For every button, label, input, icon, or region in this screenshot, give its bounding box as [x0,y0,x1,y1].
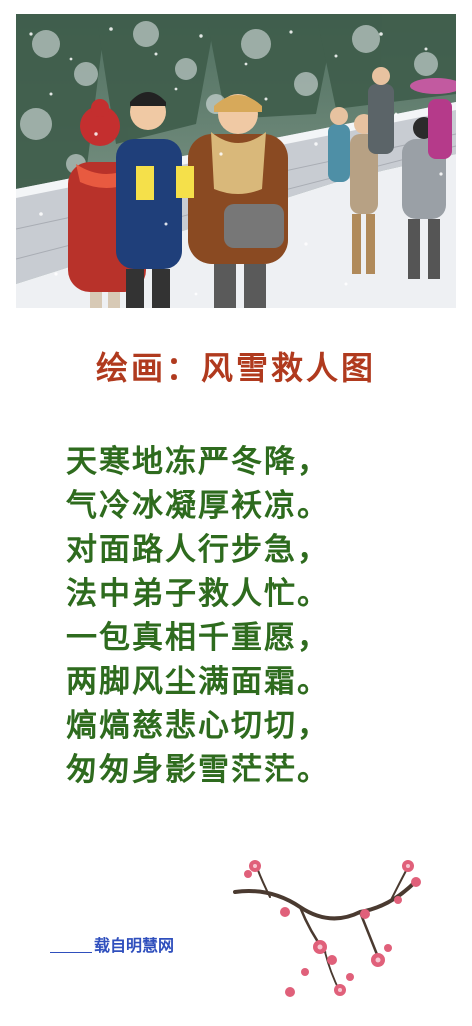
plum-blossom-branch [230,852,430,1002]
poem: 天寒地冻严冬降， 气冷冰凝厚袄凉。 对面路人行步急， 法中弟子救人忙。 一包真相… [66,440,426,792]
source-text: 载自明慧网 [94,936,175,955]
poem-line: 法中弟子救人忙。 [66,576,330,612]
underline-rule [50,952,92,953]
poem-line: 两脚风尘满面霜。 [66,664,330,700]
poem-line: 对面路人行步急， [66,532,330,568]
poem-line: 一包真相千重愿， [66,620,330,656]
page-title: 绘画：风雪救人图 [95,349,376,387]
poem-line: 熇熇慈悲心切切， [66,708,330,744]
snow-scene-illustration [16,14,456,308]
poem-line: 气冷冰凝厚袄凉。 [66,488,330,524]
source-credit: 载自明慧网 [50,932,174,956]
poem-line: 天寒地冻严冬降， [66,444,330,480]
poem-line: 匆匆身影雪茫茫。 [66,752,330,788]
